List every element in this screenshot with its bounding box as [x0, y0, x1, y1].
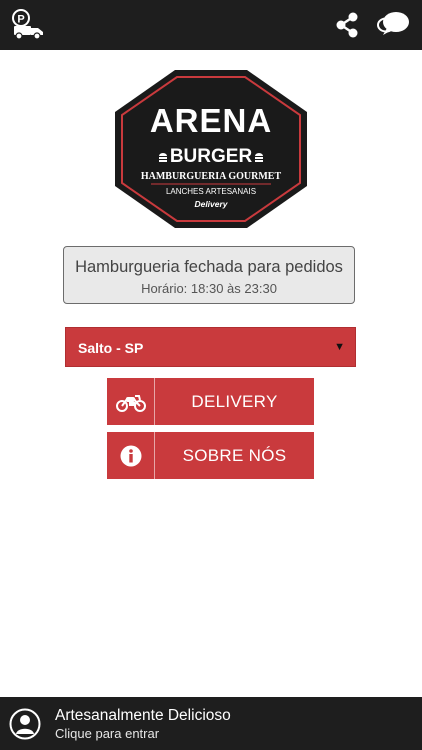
top-bar: P [0, 0, 422, 50]
city-select-value: Salto - SP [78, 340, 144, 356]
about-button-label: SOBRE NÓS [182, 445, 287, 465]
chat-bubbles-icon[interactable] [375, 9, 411, 41]
logo-text-hamburgueria: HAMBURGUERIA GOURMET [141, 171, 282, 182]
logo-text-delivery: Delivery [194, 199, 228, 209]
store-hours: Horário: 18:30 às 23:30 [141, 281, 277, 296]
store-status-box: Hamburgueria fechada para pedidos Horári… [63, 246, 355, 304]
arena-burger-logo: ARENA BURGER HAMBURGUERIA GOURMET LANCHE… [113, 68, 309, 230]
motorcycle-icon [107, 378, 155, 425]
svg-text:P: P [17, 14, 24, 26]
info-icon [107, 432, 155, 479]
logo-text-arena: ARENA [150, 102, 272, 139]
user-avatar-icon [9, 708, 41, 740]
store-status-title: Hamburgueria fechada para pedidos [75, 258, 343, 276]
delivery-button-label: DELIVERY [191, 391, 278, 411]
about-button[interactable]: SOBRE NÓS [107, 432, 314, 479]
city-select[interactable]: Salto - SP ▼ [65, 327, 356, 367]
logo-text-lanches: LANCHES ARTESANAIS [166, 187, 256, 196]
bottom-login-bar[interactable]: Artesanalmente Delicioso Clique para ent… [0, 697, 422, 750]
delivery-button[interactable]: DELIVERY [107, 378, 314, 425]
logo-text-burger: BURGER [170, 146, 253, 167]
bottom-bar-subtitle: Clique para entrar [55, 726, 160, 741]
parking-truck-icon[interactable]: P [10, 9, 46, 41]
bottom-bar-title: Artesanalmente Delicioso [55, 707, 231, 724]
chevron-down-icon: ▼ [334, 341, 345, 353]
share-icon[interactable] [329, 9, 365, 41]
